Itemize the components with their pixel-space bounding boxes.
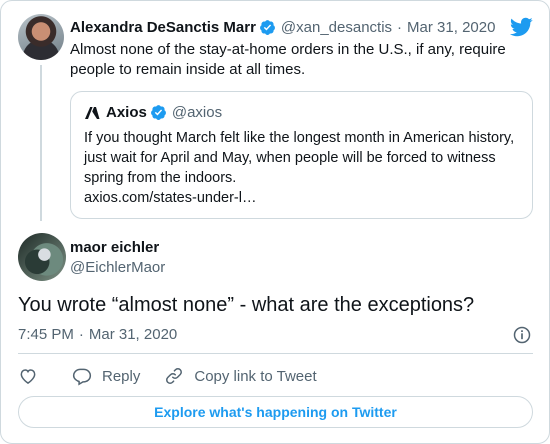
reply-bubble-icon (72, 368, 92, 386)
reply-button[interactable]: Reply (72, 366, 140, 386)
separator-dot: · (78, 326, 84, 343)
quoted-tweet[interactable]: Axios @axios If you thought March felt l… (70, 91, 533, 219)
parent-tweet-header: Alexandra DeSanctis Marr @xan_desanctis … (70, 18, 495, 36)
quoted-tweet-text: If you thought March felt like the longe… (84, 130, 515, 186)
axios-logo-icon (85, 106, 100, 119)
divider (18, 353, 533, 354)
quoted-author-name[interactable]: Axios (106, 104, 147, 121)
author-name[interactable]: Alexandra DeSanctis Marr (70, 19, 256, 36)
reply-date[interactable]: Mar 31, 2020 (89, 326, 177, 343)
verified-badge-icon (259, 19, 275, 35)
copy-link-label: Copy link to Tweet (194, 367, 317, 385)
explore-twitter-button[interactable]: Explore what's happening on Twitter (18, 396, 533, 428)
parent-tweet-text: Almost none of the stay-at-home orders i… (70, 41, 506, 78)
reply-timestamp[interactable]: 7:45 PM · Mar 31, 2020 (18, 326, 177, 343)
tweet-date[interactable]: Mar 31, 2020 (407, 19, 495, 36)
quoted-tweet-link[interactable]: axios.com/states-under-l… (84, 190, 256, 206)
author-handle[interactable]: @EichlerMaor (70, 259, 165, 276)
quoted-tweet-header: Axios @axios (84, 104, 222, 121)
author-name[interactable]: maor eichler (70, 239, 159, 256)
heart-icon (20, 369, 36, 384)
quoted-tweet-body: If you thought March felt like the longe… (84, 128, 524, 208)
avatar[interactable] (18, 233, 66, 281)
reply-label: Reply (102, 367, 141, 385)
reply-tweet-text: You wrote “almost none” - what are the e… (18, 294, 475, 316)
twitter-bird-icon[interactable] (509, 15, 533, 39)
link-icon (166, 368, 183, 384)
tweet-embed-card: Alexandra DeSanctis Marr @xan_desanctis … (0, 0, 550, 444)
separator-dot: · (397, 18, 403, 36)
like-button[interactable] (18, 366, 38, 386)
reply-time[interactable]: 7:45 PM (18, 326, 74, 343)
action-bar: Reply Copy link to Tweet (18, 364, 317, 388)
author-handle[interactable]: @xan_desanctis (281, 19, 392, 36)
copy-link-button[interactable]: Copy link to Tweet (164, 366, 317, 386)
verified-badge-icon (150, 105, 166, 120)
quoted-author-handle[interactable]: @axios (172, 104, 222, 121)
avatar[interactable] (18, 14, 64, 60)
info-icon[interactable] (512, 325, 532, 345)
thread-connector-line (40, 65, 42, 221)
